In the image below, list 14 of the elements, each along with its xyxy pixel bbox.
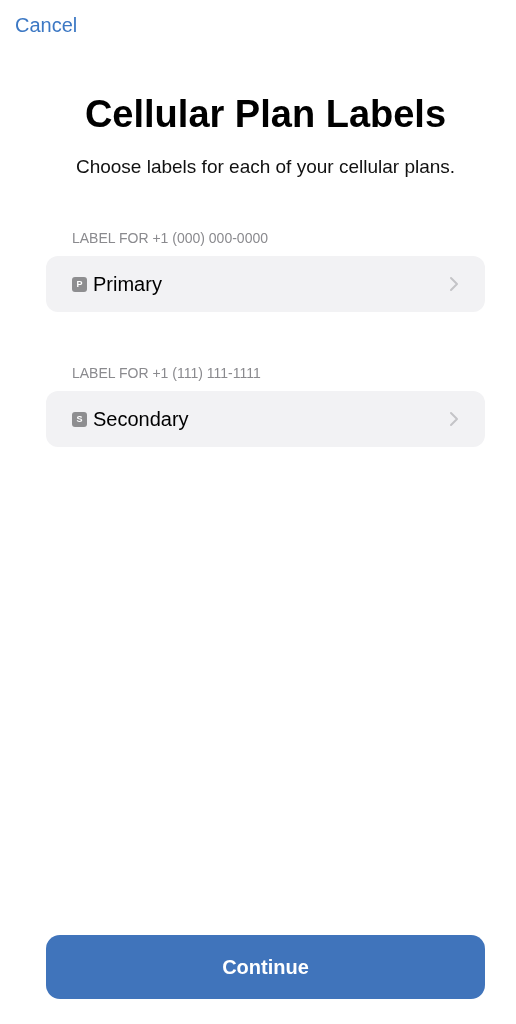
cancel-button[interactable]: Cancel: [15, 14, 78, 37]
chevron-icon: [449, 276, 459, 292]
plan-badge: P: [72, 276, 87, 292]
page-subtitle: Choose labels for each of your cellular plans.: [75, 156, 456, 178]
plan-label: Secondary: [93, 407, 190, 431]
plan-label-row[interactable]: P Primary: [46, 256, 485, 312]
section-header: LABEL FOR +1 (000) 000-0000: [72, 230, 268, 246]
section-header: LABEL FOR +1 (111) 111-1111: [72, 365, 261, 381]
plan-label: Primary: [93, 272, 163, 296]
continue-button[interactable]: Continue: [46, 935, 485, 999]
chevron-icon: [449, 411, 459, 427]
plan-label-row[interactable]: S Secondary: [46, 391, 485, 447]
page-title: Cellular Plan Labels: [84, 93, 447, 136]
plan-badge: S: [72, 411, 87, 427]
